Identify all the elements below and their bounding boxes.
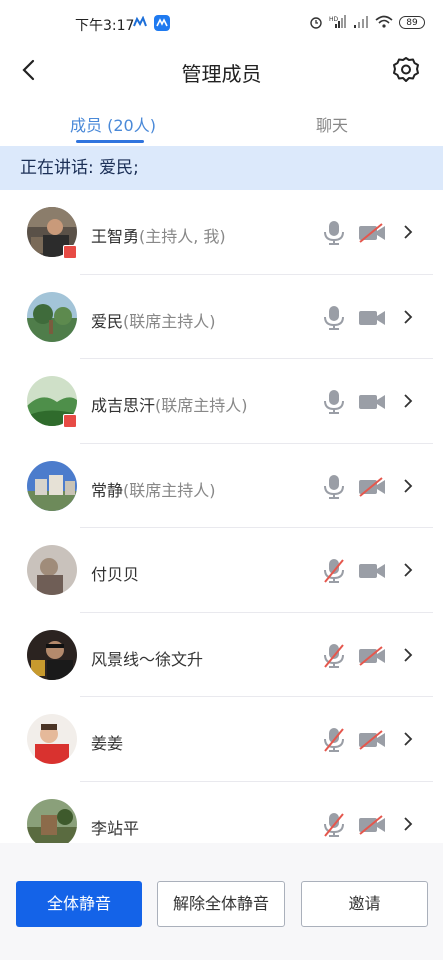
avatar [27,714,77,764]
member-name: 爱民(联席主持人) [91,311,216,331]
battery-indicator: 89 [399,15,425,29]
camera-off-icon[interactable] [358,223,386,243]
microphone-muted-icon[interactable] [323,727,345,753]
status-time: 下午3:17 [75,18,135,34]
member-name: 风景线～徐文升 [91,649,204,669]
tab-bar: 成员 (20人) 聊天 [0,96,443,146]
alarm-icon [310,17,322,29]
status-bar: 下午3:17 HD 89 [0,0,443,44]
app-notification-icon [133,15,147,28]
chevron-right-icon [404,563,413,577]
chevron-right-icon [404,816,413,831]
signal-hd-icon: HD [329,15,346,28]
chevron-right-icon [404,309,413,324]
member-name: 姜姜 [91,734,124,753]
member-name: 李站平 [91,818,140,838]
speaking-banner: 正在讲话: 爱民; [0,146,443,190]
avatar [27,291,77,342]
chevron-right-icon [404,394,413,408]
member-row[interactable]: 爱民(联席主持人) [0,275,443,359]
invite-button[interactable]: 邀请 [301,881,428,927]
microphone-muted-icon[interactable] [323,812,345,838]
unmute-all-button[interactable]: 解除全体静音 [157,881,285,927]
tab-members[interactable]: 成员 (20人) [70,112,156,136]
microphone-icon[interactable] [323,474,345,500]
mute-all-button[interactable]: 全体静音 [16,881,142,927]
member-row[interactable]: 姜姜 [0,697,443,782]
header: 管理成员 [0,44,443,96]
camera-off-icon[interactable] [358,730,386,750]
camera-icon[interactable] [358,561,386,581]
active-tab-indicator [76,140,144,143]
member-name: 成吉思汗(联席主持人) [91,396,248,415]
member-row[interactable]: 王智勇(主持人, 我) [0,190,443,275]
host-badge [63,245,77,259]
gear-icon [393,57,419,82]
avatar [27,460,77,511]
signal-icon [354,16,368,28]
status-icons: HD 89 [309,15,425,29]
avatar [27,798,77,843]
chevron-right-icon [404,732,413,746]
page-title: 管理成员 [181,62,262,86]
microphone-icon[interactable] [323,305,345,331]
camera-off-icon[interactable] [358,814,386,835]
member-name: 常静(联席主持人) [91,480,216,500]
member-row[interactable]: 李站平 [0,782,443,843]
tab-chat[interactable]: 聊天 [316,112,348,136]
avatar [27,545,77,595]
svg-text:HD: HD [329,16,339,23]
microphone-icon[interactable] [323,220,345,246]
member-row[interactable]: 常静(联席主持人) [0,444,443,528]
chevron-right-icon [404,478,413,493]
camera-off-icon[interactable] [358,645,386,666]
wifi-icon [375,15,393,28]
settings-button[interactable] [391,55,421,85]
camera-icon[interactable] [358,392,386,412]
member-row[interactable]: 风景线～徐文升 [0,613,443,697]
member-name: 付贝贝 [91,565,140,584]
camera-off-icon[interactable] [358,476,386,497]
member-row[interactable]: 付贝贝 [0,528,443,613]
member-list: 王智勇(主持人, 我) 爱民(联席主持人) 成吉思汗(联席主持人) 常静(联席主… [0,190,443,843]
app-notification-icon-2 [154,15,170,31]
member-name: 王智勇(主持人, 我) [91,227,226,246]
chevron-right-icon [404,225,413,239]
microphone-muted-icon[interactable] [323,558,345,584]
microphone-icon[interactable] [323,389,345,415]
microphone-muted-icon[interactable] [323,643,345,669]
host-badge [63,414,77,428]
camera-icon[interactable] [358,308,386,328]
chevron-right-icon [404,647,413,662]
member-row[interactable]: 成吉思汗(联席主持人) [0,359,443,444]
avatar [27,629,77,680]
footer-actions: 全体静音 解除全体静音 邀请 [0,843,443,960]
